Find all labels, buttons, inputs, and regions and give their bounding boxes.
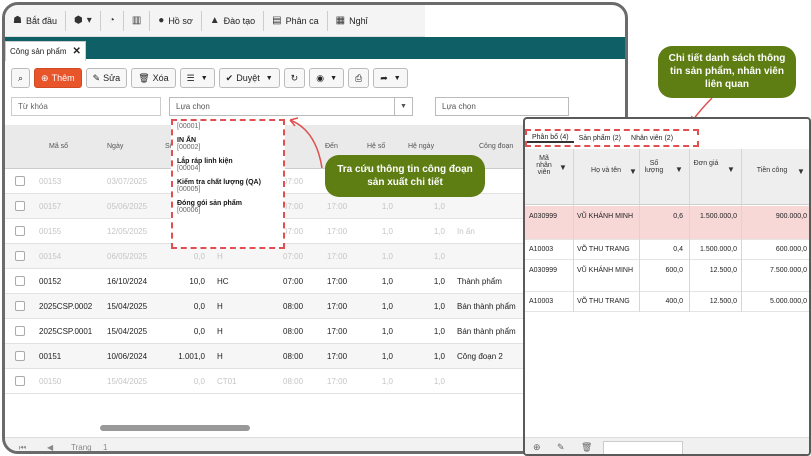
col-header[interactable]: Mã nhân viên xyxy=(531,155,557,176)
callout-lookup: Tra cứu thông tin công đoạn sản xuất chi… xyxy=(325,155,485,197)
detail-grid-header: Mã nhân viên ▼ Họ và tên ▼ Số lượng ▼ Đơ… xyxy=(525,149,809,205)
cell-amount: 5.000.000,0 xyxy=(770,298,807,305)
cell-price: 12.500,0 xyxy=(709,298,737,305)
list-item[interactable]: A10003 VÕ THU TRANG 400,0 12.500,0 5.000.000… xyxy=(525,292,809,312)
cell-price: 12.500,0 xyxy=(709,267,737,274)
pencil-icon[interactable]: ✎ xyxy=(557,442,565,453)
cell-price: 1.500.000,0 xyxy=(700,246,737,253)
cell-name: VŨ KHÁNH MINH xyxy=(577,213,634,220)
cell-id: A030999 xyxy=(529,267,558,274)
cell-qty: 0,4 xyxy=(673,246,683,253)
filter-icon[interactable]: ▼ xyxy=(629,167,637,176)
cell-name: VÕ THU TRANG xyxy=(577,298,630,305)
filter-icon[interactable]: ▼ xyxy=(675,165,683,174)
cell-qty: 400,0 xyxy=(665,298,683,305)
callout-detail-text: Chi tiết danh sách thông tin sản phẩm, n… xyxy=(668,53,786,90)
column-divider xyxy=(741,149,742,312)
cell-id: A030999 xyxy=(529,213,558,220)
tab-employees[interactable]: Nhân viên (2) xyxy=(626,135,678,142)
col-header[interactable]: Số lượng xyxy=(641,160,667,174)
list-item[interactable]: A030999 VŨ KHÁNH MINH 600,0 12.500,0 7.500.0… xyxy=(525,260,809,292)
callout-lookup-text: Tra cứu thông tin công đoạn sản xuất chi… xyxy=(337,164,473,188)
col-header[interactable]: Họ và tên xyxy=(583,167,629,174)
trash-icon[interactable]: 🗑 xyxy=(581,442,592,453)
add-icon[interactable]: ⊕ xyxy=(533,442,541,453)
col-header[interactable]: Tiền công xyxy=(747,167,797,174)
detail-panel: Phân bổ (4) Sản phẩm (2) Nhân viên (2) M… xyxy=(523,117,811,456)
tab-allocation[interactable]: Phân bổ (4) xyxy=(527,134,574,143)
cell-price: 1.500.000,0 xyxy=(700,213,737,220)
cell-qty: 600,0 xyxy=(665,267,683,274)
detail-footer: ⊕ ✎ 🗑 xyxy=(525,437,809,454)
filter-icon[interactable]: ▼ xyxy=(559,163,567,172)
cell-name: VŨ KHÁNH MINH xyxy=(577,267,634,274)
cell-qty: 0,6 xyxy=(673,213,683,220)
cell-amount: 7.500.000,0 xyxy=(770,267,807,274)
list-item[interactable]: A030999 VŨ KHÁNH MINH 0,6 1.500.000,0 900.00… xyxy=(525,206,809,240)
cell-name: VÕ THU TRANG xyxy=(577,246,630,253)
detail-tabs: Phân bổ (4) Sản phẩm (2) Nhân viên (2) xyxy=(525,129,699,147)
cell-id: A10003 xyxy=(529,246,554,253)
column-divider xyxy=(639,149,640,312)
filter-icon[interactable]: ▼ xyxy=(797,167,805,176)
col-header[interactable]: Đơn giá xyxy=(693,160,719,167)
detail-footer-input[interactable] xyxy=(603,441,683,454)
column-divider xyxy=(689,149,690,312)
cell-amount: 900.000,0 xyxy=(775,213,807,220)
callout-detail: Chi tiết danh sách thông tin sản phẩm, n… xyxy=(658,46,796,98)
cell-id: A10003 xyxy=(529,298,554,305)
cell-amount: 600.000,0 xyxy=(775,246,807,253)
arrow-to-dropdown xyxy=(289,119,323,169)
list-item[interactable]: A10003 VÕ THU TRANG 0,4 1.500.000,0 600.000,… xyxy=(525,240,809,260)
tab-products[interactable]: Sản phẩm (2) xyxy=(574,135,626,142)
column-divider xyxy=(573,149,574,312)
filter-icon[interactable]: ▼ xyxy=(727,165,735,174)
